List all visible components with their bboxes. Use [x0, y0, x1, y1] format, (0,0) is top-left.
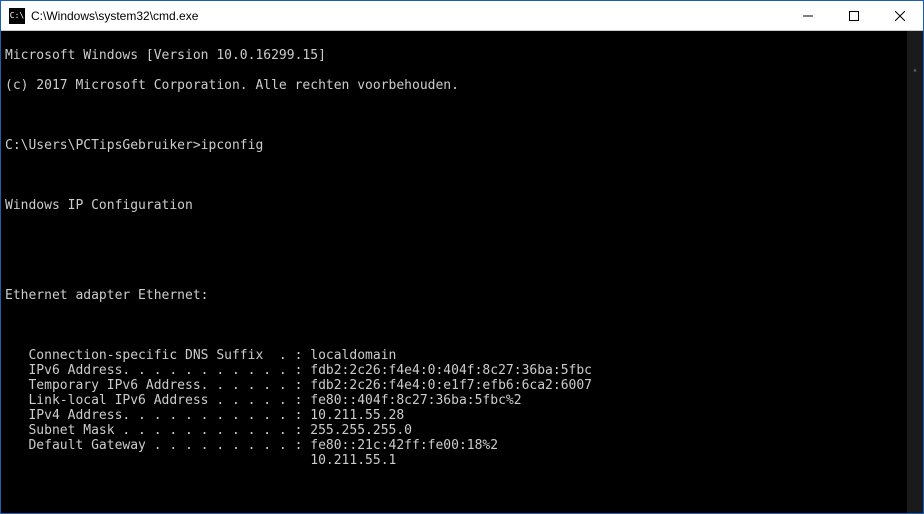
- config-label: Link-local IPv6 Address . . . . . :: [5, 393, 302, 408]
- cmd-icon-label: C:\: [10, 12, 24, 20]
- prompt: C:\Users\PCTipsGebruiker>: [5, 138, 201, 153]
- terminal-output[interactable]: Microsoft Windows [Version 10.0.16299.15…: [1, 31, 923, 513]
- blank-line: [5, 258, 919, 273]
- cmd-icon: C:\: [9, 8, 25, 24]
- minimize-icon: [803, 11, 813, 21]
- close-icon: [895, 11, 905, 21]
- config-row: Connection-specific DNS Suffix . : local…: [5, 348, 919, 363]
- config-value: 10.211.55.28: [302, 408, 404, 423]
- config-value: fe80::21c:42ff:fe00:18%2: [302, 438, 498, 453]
- maximize-button[interactable]: [831, 1, 877, 30]
- copyright: (c) 2017 Microsoft Corporation. Alle rec…: [5, 78, 919, 93]
- command: ipconfig: [201, 138, 264, 153]
- scrollbar[interactable]: ▴: [907, 31, 923, 513]
- minimize-button[interactable]: [785, 1, 831, 30]
- config-row: IPv4 Address. . . . . . . . . . . : 10.2…: [5, 408, 919, 423]
- prompt-line: C:\Users\PCTipsGebruiker>ipconfig: [5, 138, 919, 153]
- config-row: Default Gateway . . . . . . . . . : fe80…: [5, 438, 919, 453]
- blank-line: [5, 108, 919, 123]
- config-label: Temporary IPv6 Address. . . . . . :: [5, 378, 302, 393]
- config-value: fdb2:2c26:f4e4:0:404f:8c27:36ba:5fbc: [302, 363, 592, 378]
- window-titlebar: C:\ C:\Windows\system32\cmd.exe: [1, 1, 923, 31]
- config-row: Link-local IPv6 Address . . . . . : fe80…: [5, 393, 919, 408]
- config-label: Subnet Mask . . . . . . . . . . . :: [5, 423, 302, 438]
- config-row: Temporary IPv6 Address. . . . . . : fdb2…: [5, 378, 919, 393]
- config-label: IPv4 Address. . . . . . . . . . . :: [5, 408, 302, 423]
- adapter-header: Ethernet adapter Ethernet:: [5, 288, 919, 303]
- config-row: IPv6 Address. . . . . . . . . . . : fdb2…: [5, 363, 919, 378]
- config-value: 255.255.255.0: [302, 423, 412, 438]
- close-button[interactable]: [877, 1, 923, 30]
- blank-line: [5, 483, 919, 498]
- config-value: localdomain: [302, 348, 396, 363]
- config-value: fdb2:2c26:f4e4:0:e1f7:efb6:6ca2:6007: [302, 378, 592, 393]
- config-row: Subnet Mask . . . . . . . . . . . : 255.…: [5, 423, 919, 438]
- config-label: [5, 453, 302, 468]
- maximize-icon: [849, 11, 859, 21]
- blank-line: [5, 168, 919, 183]
- config-label: Default Gateway . . . . . . . . . :: [5, 438, 302, 453]
- config-value: 10.211.55.1: [302, 453, 396, 468]
- config-label: IPv6 Address. . . . . . . . . . . :: [5, 363, 302, 378]
- config-label: Connection-specific DNS Suffix . :: [5, 348, 302, 363]
- scroll-up-icon[interactable]: ▴: [907, 61, 923, 77]
- window-title: C:\Windows\system32\cmd.exe: [31, 9, 785, 23]
- ipconfig-title: Windows IP Configuration: [5, 198, 919, 213]
- os-version: Microsoft Windows [Version 10.0.16299.15…: [5, 48, 919, 63]
- blank-line: [5, 228, 919, 243]
- window-controls: [785, 1, 923, 30]
- config-row: 10.211.55.1: [5, 453, 919, 468]
- config-value: fe80::404f:8c27:36ba:5fbc%2: [302, 393, 521, 408]
- blank-line: [5, 318, 919, 333]
